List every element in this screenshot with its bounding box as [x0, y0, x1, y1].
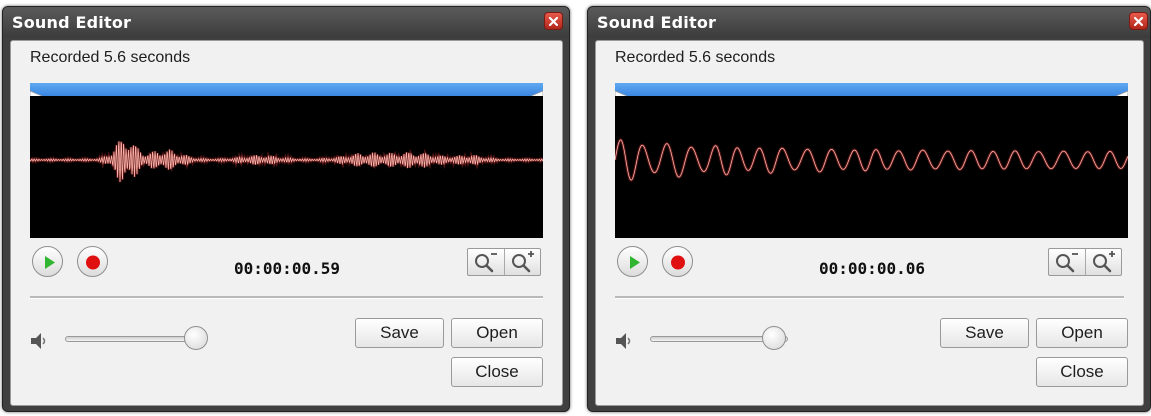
- waveform: [30, 141, 543, 183]
- selection-bar[interactable]: [30, 83, 543, 96]
- zoom-out-button[interactable]: [468, 249, 505, 275]
- sound-editor-window: Sound Editor Recorded 5.6 seconds 00:00:…: [587, 6, 1151, 412]
- speaker-icon: [31, 333, 46, 349]
- zoom-controls: [1048, 248, 1122, 276]
- waveform-area[interactable]: [615, 83, 1128, 238]
- zoom-in-button[interactable]: [505, 249, 541, 275]
- waveform-display[interactable]: [30, 96, 543, 238]
- divider: [30, 296, 543, 299]
- save-button[interactable]: Save: [355, 318, 444, 348]
- recording-status: Recorded 5.6 seconds: [30, 49, 191, 66]
- editor-panel: Recorded 5.6 seconds 00:00:00.06 Save Op…: [595, 40, 1144, 406]
- title-bar[interactable]: Sound Editor: [3, 7, 569, 38]
- save-button[interactable]: Save: [940, 318, 1029, 348]
- zoom-in-button[interactable]: [1086, 249, 1122, 275]
- close-x-icon[interactable]: [1129, 12, 1148, 30]
- waveform-area[interactable]: [30, 83, 543, 238]
- zoom-controls: [467, 248, 541, 276]
- zoom-in-icon: [512, 251, 534, 273]
- waveform: [615, 138, 1128, 182]
- volume-slider-track[interactable]: [65, 336, 203, 342]
- recording-status: Recorded 5.6 seconds: [615, 49, 776, 66]
- volume-slider-thumb[interactable]: [184, 326, 209, 350]
- volume-slider-thumb[interactable]: [762, 326, 787, 350]
- editor-panel: Recorded 5.6 seconds 00:00:00.59 Save Op…: [10, 40, 563, 406]
- open-button[interactable]: Open: [1036, 318, 1128, 348]
- waveform-display[interactable]: [615, 96, 1128, 238]
- sound-editor-window: Sound Editor Recorded 5.6 seconds 00:00:…: [2, 6, 570, 412]
- zoom-in-icon: [1093, 251, 1115, 273]
- close-x-icon[interactable]: [544, 12, 563, 30]
- open-button[interactable]: Open: [451, 318, 543, 348]
- close-button[interactable]: Close: [1036, 357, 1128, 387]
- zoom-out-icon: [1056, 253, 1078, 273]
- selection-bar[interactable]: [615, 83, 1128, 96]
- window-title: Sound Editor: [12, 13, 132, 32]
- zoom-out-button[interactable]: [1049, 249, 1086, 275]
- divider: [615, 296, 1124, 299]
- window-title: Sound Editor: [597, 13, 717, 32]
- speaker-icon: [616, 333, 631, 349]
- title-bar[interactable]: Sound Editor: [588, 7, 1150, 38]
- close-button[interactable]: Close: [451, 357, 543, 387]
- zoom-out-icon: [475, 253, 497, 273]
